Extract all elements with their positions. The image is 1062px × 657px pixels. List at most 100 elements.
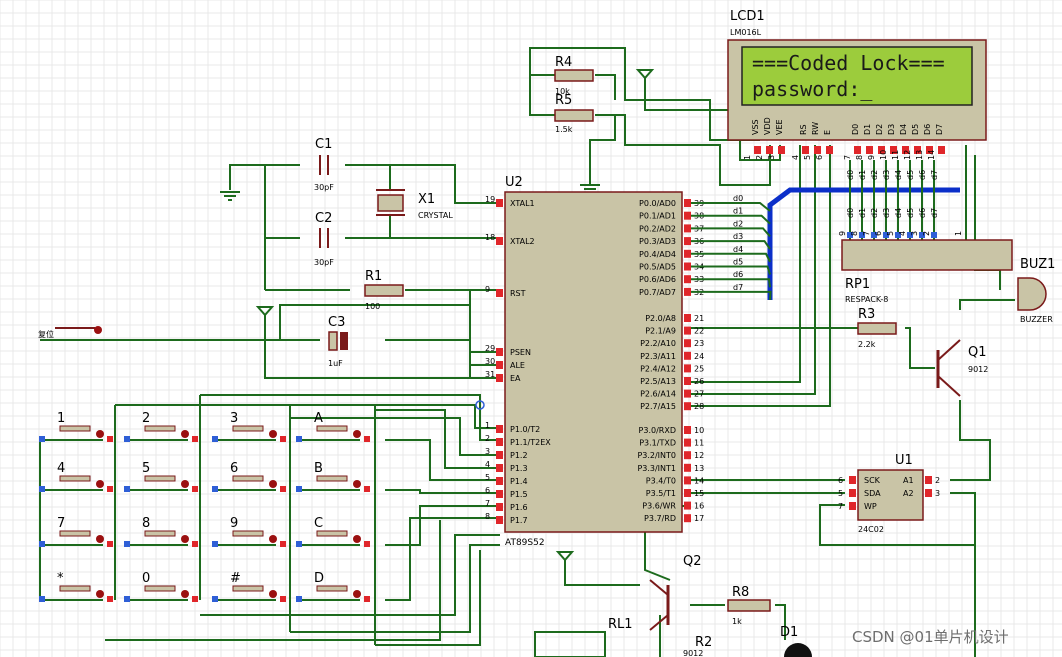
keypad-key[interactable]: B	[296, 461, 370, 492]
resistor-r3: R3 2.2k	[857, 307, 897, 349]
mcu-pin-pad	[496, 438, 503, 446]
keypad-key-label: #	[230, 571, 241, 586]
resistor-r4: R4 10k	[554, 55, 594, 96]
rp1-ref: RP1	[845, 277, 870, 292]
keypad-key[interactable]: 9	[212, 516, 286, 547]
mcu-pin-number: 23	[694, 339, 704, 348]
eeprom-pin-name: WP	[864, 502, 877, 511]
lcd-pin-pad	[754, 146, 761, 154]
mcu-pin-pad	[496, 464, 503, 472]
mcu-pin-pad	[496, 374, 503, 382]
keypad-key[interactable]: C	[296, 516, 370, 547]
mcu-pin-name: P1.6	[510, 503, 528, 512]
lcd-pin-name: D3	[887, 124, 896, 135]
bus-label: d7	[733, 283, 743, 292]
eeprom-pin-number: 2	[935, 476, 940, 485]
eeprom-ref: U1	[895, 453, 913, 468]
rp1-top-label: d0	[846, 170, 855, 180]
r3-ref: R3	[858, 307, 875, 322]
lcd-pin-name: RW	[811, 122, 820, 135]
eeprom-pin-name: A2	[903, 489, 914, 498]
keypad-key[interactable]: 0	[124, 571, 198, 602]
mcu-pin-number: 1	[485, 421, 490, 430]
keypad-key[interactable]: 5	[124, 461, 198, 492]
mcu-pin-name: P0.6/AD6	[639, 275, 676, 284]
mcu-pin-number: 5	[485, 473, 490, 482]
q2-ref: Q2	[683, 554, 702, 569]
mcu-pin-name: P1.5	[510, 490, 528, 499]
bus-label: d0	[733, 194, 743, 203]
rp1-top-label: d7	[930, 170, 939, 180]
diode-d1: D1	[780, 625, 812, 657]
eeprom-pin-pad	[925, 476, 932, 484]
mcu-pin-pad	[496, 451, 503, 459]
keypad-key[interactable]: 6	[212, 461, 286, 492]
watermark: CSDN @01单片机设计	[852, 628, 1009, 646]
mcu-pin-pad	[684, 326, 691, 335]
mcu-part: AT89S52	[505, 538, 545, 548]
lcd-pin-number: 7	[843, 155, 852, 160]
lcd-pin-name: D7	[935, 124, 944, 135]
lcd-pin-name: D2	[875, 124, 884, 135]
rp1-pin-number: 3	[910, 231, 919, 236]
reset-button[interactable]: 复位	[38, 326, 102, 339]
bus-labels: d0 d1 d2 d3 d4 d5 d6 d7	[733, 194, 743, 292]
keypad-key[interactable]: 7	[39, 516, 113, 547]
mcu-pin-name: P2.4/A12	[640, 364, 676, 373]
mcu-pin-name: RST	[510, 289, 526, 298]
mcu-pin-name: P3.6/WR	[642, 502, 676, 511]
keypad-key-label: 4	[57, 461, 65, 476]
lcd-pin-number: 10	[879, 150, 888, 160]
mcu-pin-number: 4	[485, 460, 490, 469]
rp1-bottom-label: d7	[930, 208, 939, 218]
keypad-key-label: D	[314, 571, 324, 586]
keypad-key[interactable]: #	[212, 571, 286, 602]
lcd-pin-number: 14	[927, 150, 936, 160]
mcu-pin-number: 22	[694, 327, 704, 336]
rp1-pin-number: 6	[874, 231, 883, 236]
lcd-pin-name: D0	[851, 124, 860, 135]
lcd-pin-name: VSS	[751, 119, 760, 135]
mcu-pin-name: P2.1/A9	[645, 327, 676, 336]
eeprom-pin-number: 3	[935, 489, 940, 498]
rp1-pin-number: 2	[922, 231, 931, 236]
lcd-pin-name: RS	[799, 124, 808, 135]
mcu-pin-pad	[496, 361, 503, 369]
d1-ref: D1	[780, 625, 798, 640]
mcu-pin-number: 2	[485, 434, 490, 443]
eeprom-pin-number: 5	[838, 489, 843, 498]
x1-ref: X1	[418, 192, 435, 207]
c1-value: 30pF	[314, 183, 334, 192]
keypad-key[interactable]: D	[296, 571, 370, 602]
mcu-pin-number: 26	[694, 377, 704, 386]
mcu-pin-name: P2.5/A13	[640, 377, 676, 386]
mcu-pin-pad	[684, 249, 691, 258]
bus-label: d1	[733, 207, 743, 216]
mcu-pin-name: P1.7	[510, 516, 528, 525]
mcu-pin-number: 17	[694, 514, 704, 523]
keypad-key[interactable]: *	[39, 571, 113, 602]
mcu-pin-pad	[684, 314, 691, 322]
x1-value: CRYSTAL	[418, 211, 453, 220]
r4-ref: R4	[555, 55, 572, 70]
keypad-key-label: *	[57, 571, 64, 586]
mcu-pin-number: 18	[485, 233, 495, 242]
lcd-pin-number: 13	[915, 150, 924, 160]
mcu-pin-number: 24	[694, 352, 704, 361]
rp1-pin-number: 9	[838, 231, 847, 236]
keypad-key[interactable]: 4	[39, 461, 113, 492]
r1-value: 100	[365, 302, 380, 311]
rp1-top-label: d1	[858, 170, 867, 180]
rp1-bottom-label: d5	[906, 208, 915, 218]
lcd-pin-number: 12	[903, 150, 912, 160]
schematic-canvas: LCD1 LM016L ===Coded Lock=== password:_ …	[0, 0, 1062, 657]
eeprom-pin-pad	[925, 489, 932, 497]
rp1-top-label: d6	[918, 170, 927, 180]
rp1-part: RESPACK-8	[845, 295, 888, 304]
keypad-key[interactable]: 8	[124, 516, 198, 547]
mcu-pin-name: P0.0/AD0	[639, 199, 676, 208]
c3-ref: C3	[328, 315, 345, 330]
lcd-pin-pad	[778, 146, 785, 154]
rp1-body	[841, 239, 1013, 271]
mcu-pin-pad	[684, 224, 691, 233]
